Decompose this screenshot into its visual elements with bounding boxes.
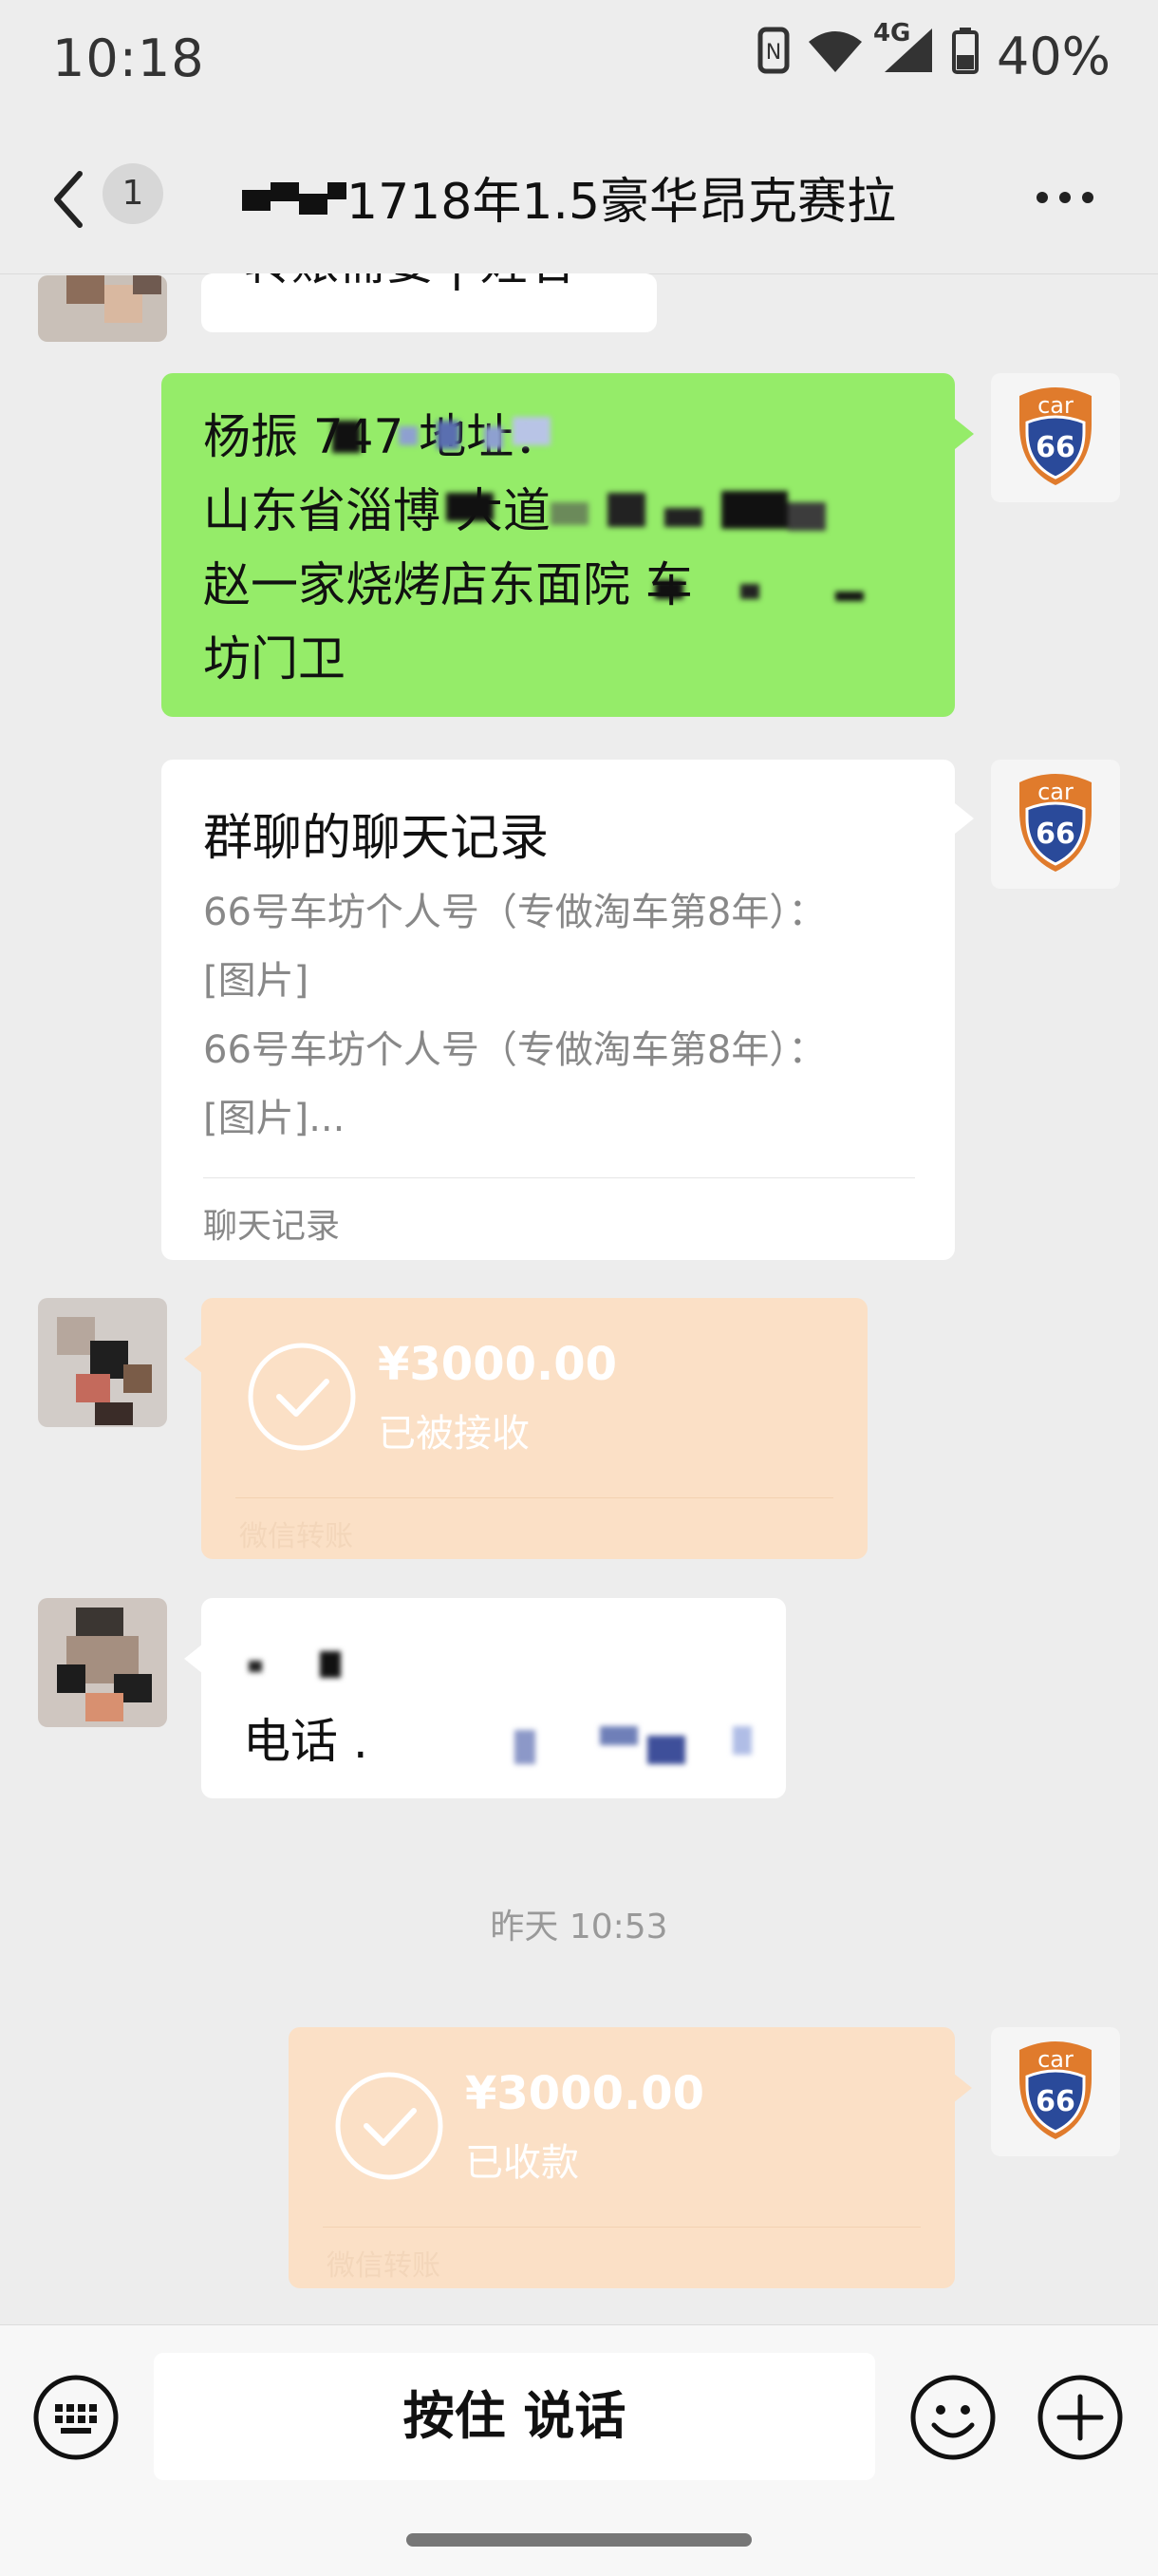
address-line-3: 赵一家烧烤店东面院 车 xyxy=(203,557,693,612)
divider xyxy=(235,1497,833,1498)
chat-history-line: [图片]... xyxy=(203,1097,346,1140)
svg-text:N: N xyxy=(766,41,781,65)
nfc-icon: N xyxy=(757,27,790,86)
chat-history-line: [图片] xyxy=(203,959,309,1003)
message-timestamp: 昨天 10:53 xyxy=(490,1908,668,1946)
car66-logo-icon: car 66 xyxy=(1019,2041,1092,2139)
more-options-button[interactable] xyxy=(1035,190,1095,205)
transfer-status: 已收款 xyxy=(465,2141,579,2185)
redaction xyxy=(636,563,883,614)
chat-history-footer: 聊天记录 xyxy=(203,1207,341,1246)
transfer-card[interactable]: ¥3000.00 已收款 微信转账 xyxy=(289,2027,972,2288)
check-circle-icon xyxy=(248,1343,356,1451)
status-icons: N 4G 40% xyxy=(757,19,1111,86)
home-indicator[interactable] xyxy=(406,2533,752,2547)
transfer-footer: 微信转账 xyxy=(239,1520,353,1553)
message-bubble-sent[interactable]: 杨振 747 地址： 山东省淄博 大道 赵一家烧烤店东面院 车 坊门卫 xyxy=(161,373,974,717)
address-line-4: 坊门卫 xyxy=(203,631,346,686)
more-actions-button[interactable] xyxy=(1037,2374,1124,2461)
redaction xyxy=(446,483,845,538)
signal-icon: 4G xyxy=(873,19,934,86)
chat-history-line: 66号车坊个人号（专做淘车第8年）： xyxy=(203,1028,827,1072)
transfer-card[interactable]: ¥3000.00 已被接收 微信转账 xyxy=(184,1298,868,1559)
wifi-icon xyxy=(807,27,864,86)
more-icon xyxy=(1037,192,1093,203)
network-type: 4G xyxy=(872,19,911,47)
message-bubble[interactable]: 转账需要 | 姓名 xyxy=(201,273,657,332)
car-text: car xyxy=(1037,2046,1074,2073)
contact-avatar[interactable] xyxy=(38,1298,167,1427)
back-button[interactable] xyxy=(49,166,87,233)
my-avatar[interactable]: car 66 xyxy=(991,2027,1120,2156)
battery-percent: 40% xyxy=(996,27,1111,86)
chevron-left-icon xyxy=(54,171,83,228)
redaction xyxy=(505,1717,771,1769)
message-text: 转账需要 | 姓名 xyxy=(244,273,575,300)
divider xyxy=(323,2227,921,2228)
redaction xyxy=(332,411,570,459)
car66-logo-icon: car 66 xyxy=(1019,387,1092,485)
chat-history-line: 66号车坊个人号（专做淘车第8年）： xyxy=(203,891,827,934)
car-text: car xyxy=(1037,392,1074,419)
car-number: 66 xyxy=(1036,2085,1075,2118)
transfer-status: 已被接收 xyxy=(378,1412,530,1456)
hold-to-talk-button[interactable]: 按住 说话 xyxy=(154,2353,875,2480)
plus-circle-icon xyxy=(1037,2375,1123,2460)
contact-avatar[interactable] xyxy=(38,275,167,342)
car-number: 66 xyxy=(1036,818,1075,851)
my-avatar[interactable]: car 66 xyxy=(991,760,1120,889)
status-bar: 10:18 N 4G 40% xyxy=(0,0,1158,123)
redaction xyxy=(239,1645,353,1683)
transfer-footer: 微信转账 xyxy=(327,2249,440,2283)
message-bubble[interactable]: 电话 . xyxy=(184,1598,786,1798)
title-redaction xyxy=(242,180,346,218)
car-number: 66 xyxy=(1036,431,1075,464)
chat-history-card[interactable]: 群聊的聊天记录 66号车坊个人号（专做淘车第8年）： [图片] 66号车坊个人号… xyxy=(161,760,974,1260)
contact-avatar[interactable] xyxy=(38,1598,167,1727)
chat-history-title: 群聊的聊天记录 xyxy=(203,810,550,867)
emoji-icon xyxy=(910,2375,996,2460)
car-text: car xyxy=(1037,779,1074,805)
phone-label: 电话 . xyxy=(243,1714,368,1769)
unread-badge[interactable]: 1 xyxy=(103,163,163,224)
keyboard-icon xyxy=(33,2375,119,2460)
my-avatar[interactable]: car 66 xyxy=(991,373,1120,502)
check-circle-icon xyxy=(335,2072,443,2180)
chat-title[interactable]: 1718年1.5豪华昂克赛拉 xyxy=(346,161,896,233)
transfer-amount: ¥3000.00 xyxy=(465,2067,705,2120)
divider xyxy=(203,1177,915,1178)
battery-icon xyxy=(951,27,980,86)
status-time: 10:18 xyxy=(52,28,205,88)
keyboard-toggle-button[interactable] xyxy=(32,2374,120,2461)
transfer-amount: ¥3000.00 xyxy=(378,1338,618,1391)
emoji-button[interactable] xyxy=(909,2374,997,2461)
car66-logo-icon: car 66 xyxy=(1019,774,1092,872)
